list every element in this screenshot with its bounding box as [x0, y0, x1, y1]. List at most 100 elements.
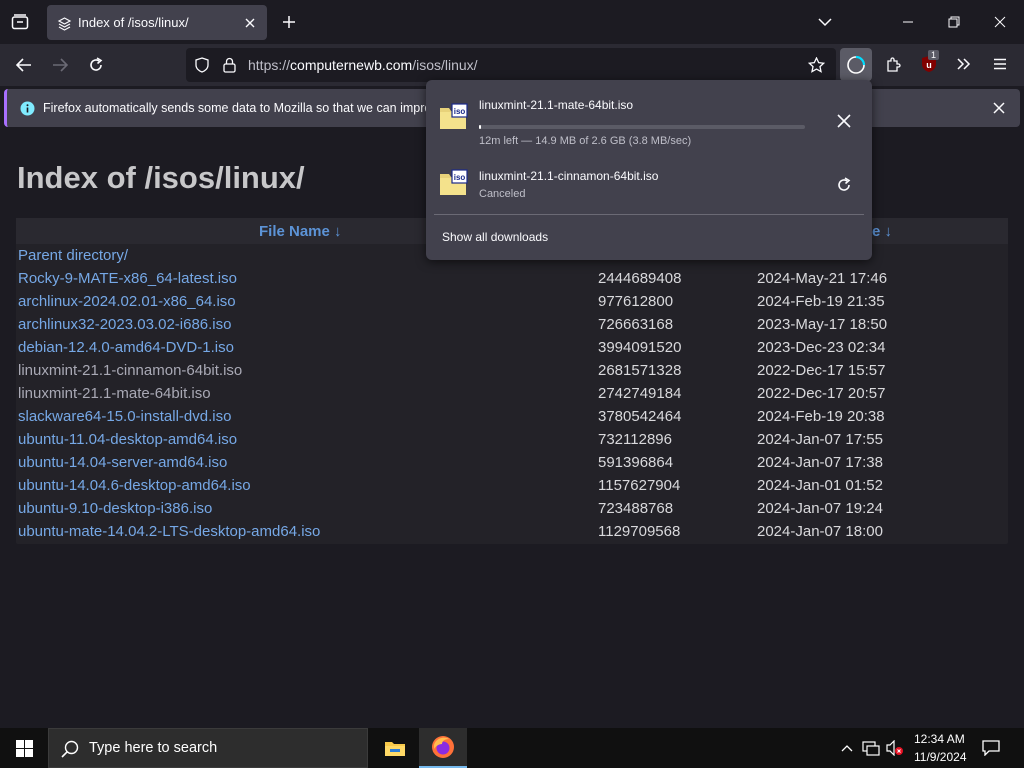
- tracking-protection-icon[interactable]: [193, 56, 211, 74]
- cancel-download-icon[interactable]: [834, 111, 854, 131]
- retry-download-icon[interactable]: [834, 175, 854, 195]
- file-size: 3780542464: [598, 408, 682, 425]
- file-link[interactable]: slackware64-15.0-install-dvd.iso: [18, 408, 231, 425]
- table-row: ubuntu-mate-14.04.2-LTS-desktop-amd64.is…: [16, 521, 1008, 544]
- clock-time[interactable]: 12:34 AM: [914, 732, 965, 746]
- svg-text:u: u: [926, 60, 932, 70]
- file-date: 2024-Jan-07 19:24: [757, 500, 883, 517]
- table-row: linuxmint-21.1-cinnamon-64bit.iso 2681571…: [16, 360, 1008, 383]
- file-size: 1157627904: [598, 477, 681, 494]
- file-date: 2024-Jan-07 17:55: [757, 431, 883, 448]
- ublock-icon[interactable]: u 1: [918, 50, 940, 75]
- url-text[interactable]: https://computernewb.com/isos/linux/: [248, 57, 478, 73]
- table-row: ubuntu-11.04-desktop-amd64.iso 732112896 2…: [16, 429, 1008, 452]
- iso-file-icon: iso: [438, 102, 468, 132]
- back-icon[interactable]: [13, 54, 35, 76]
- table-row: debian-12.4.0-amd64-DVD-1.iso 3994091520 2…: [16, 337, 1008, 360]
- tab-bar: Index of /isos/linux/: [0, 0, 1024, 44]
- restore-icon[interactable]: [944, 12, 964, 32]
- file-size: 1129709568: [598, 523, 681, 540]
- tab-active[interactable]: Index of /isos/linux/: [47, 5, 267, 40]
- file-size: 726663168: [598, 316, 674, 333]
- parent-directory-link[interactable]: Parent directory/: [18, 247, 128, 264]
- bookmark-star-icon[interactable]: [807, 56, 825, 74]
- svg-text:iso: iso: [454, 173, 466, 182]
- file-size: 3994091520: [598, 339, 682, 356]
- volume-muted-icon[interactable]: [885, 738, 905, 758]
- firefox-taskbar-icon[interactable]: [419, 728, 467, 768]
- file-link[interactable]: ubuntu-11.04-desktop-amd64.iso: [18, 431, 237, 448]
- search-icon: [60, 739, 80, 759]
- forward-icon[interactable]: [49, 54, 71, 76]
- download-filename: linuxmint-21.1-cinnamon-64bit.iso: [479, 169, 659, 183]
- file-link[interactable]: debian-12.4.0-amd64-DVD-1.iso: [18, 339, 234, 356]
- close-notification-icon[interactable]: [990, 99, 1008, 117]
- notification-text: Firefox automatically sends some data to…: [43, 101, 445, 115]
- table-row: linuxmint-21.1-mate-64bit.iso 2742749184 2…: [16, 383, 1008, 406]
- download-progress-fill: [479, 125, 481, 129]
- list-tabs-icon[interactable]: [815, 12, 835, 32]
- file-date: 2024-Jan-07 18:00: [757, 523, 883, 540]
- file-date: 2022-Dec-17 20:57: [757, 385, 886, 402]
- file-link[interactable]: archlinux32-2023.03.02-i686.iso: [18, 316, 231, 333]
- url-bar[interactable]: https://computernewb.com/isos/linux/: [186, 48, 836, 82]
- svg-text:iso: iso: [454, 107, 466, 116]
- downloads-button[interactable]: [840, 48, 872, 81]
- iso-file-icon: iso: [438, 168, 468, 198]
- file-link[interactable]: ubuntu-9.10-desktop-i386.iso: [18, 500, 212, 517]
- taskbar-search-box[interactable]: Type here to search: [48, 728, 368, 768]
- table-row: archlinux-2024.02.01-x86_64.iso 977612800…: [16, 291, 1008, 314]
- file-date: 2024-Feb-19 21:35: [757, 293, 885, 310]
- tab-overview-icon[interactable]: [8, 11, 32, 33]
- download-item[interactable]: iso linuxmint-21.1-cinnamon-64bit.iso Ca…: [426, 158, 872, 210]
- file-explorer-icon[interactable]: [371, 728, 419, 768]
- file-date: 2023-May-17 18:50: [757, 316, 888, 333]
- downloads-panel: iso linuxmint-21.1-mate-64bit.iso 12m le…: [426, 80, 872, 260]
- extensions-icon[interactable]: [883, 54, 903, 74]
- table-row: ubuntu-14.04.6-desktop-amd64.iso 11576279…: [16, 475, 1008, 498]
- table-row: Rocky-9-MATE-x86_64-latest.iso 2444689408…: [16, 268, 1008, 291]
- file-size: 591396864: [598, 454, 674, 471]
- file-size: 723488768: [598, 500, 674, 517]
- clock-date[interactable]: 11/9/2024: [914, 750, 967, 764]
- download-filename: linuxmint-21.1-mate-64bit.iso: [479, 98, 634, 112]
- table-row: ubuntu-9.10-desktop-i386.iso 723488768 202…: [16, 498, 1008, 521]
- minimize-icon[interactable]: [898, 12, 918, 32]
- windows-start-icon[interactable]: [0, 728, 48, 768]
- close-window-icon[interactable]: [990, 12, 1010, 32]
- taskbar: Type here to search 12:34 AM 11/9/2024: [0, 728, 1024, 768]
- new-tab-icon[interactable]: [279, 12, 299, 32]
- lock-icon[interactable]: [220, 56, 238, 74]
- close-tab-icon[interactable]: [241, 14, 259, 32]
- page-icon: [56, 15, 72, 31]
- search-placeholder: Type here to search: [89, 740, 218, 756]
- more-tools-icon[interactable]: [954, 54, 974, 74]
- show-hidden-icons-icon[interactable]: [838, 738, 856, 758]
- file-link[interactable]: linuxmint-21.1-cinnamon-64bit.iso: [18, 362, 242, 379]
- file-link[interactable]: ubuntu-14.04.6-desktop-amd64.iso: [18, 477, 251, 494]
- column-header-name[interactable]: File Name ↓: [259, 223, 342, 240]
- file-link[interactable]: Rocky-9-MATE-x86_64-latest.iso: [18, 270, 237, 287]
- table-row: ubuntu-14.04-server-amd64.iso 591396864 20…: [16, 452, 1008, 475]
- file-link[interactable]: ubuntu-mate-14.04.2-LTS-desktop-amd64.is…: [18, 523, 320, 540]
- file-size: 2681571328: [598, 362, 682, 379]
- file-link[interactable]: ubuntu-14.04-server-amd64.iso: [18, 454, 227, 471]
- notifications-icon[interactable]: [980, 738, 1002, 758]
- table-row: archlinux32-2023.03.02-i686.iso 726663168…: [16, 314, 1008, 337]
- download-progress-bar: [479, 125, 805, 129]
- extension-badge: 1: [928, 50, 940, 60]
- download-status: Canceled: [479, 188, 526, 200]
- file-date: 2023-Dec-23 02:34: [757, 339, 886, 356]
- download-status: 12m left — 14.9 MB of 2.6 GB (3.8 MB/sec…: [479, 135, 692, 147]
- show-all-downloads-link[interactable]: Show all downloads: [442, 230, 548, 244]
- app-menu-icon[interactable]: [990, 54, 1010, 74]
- network-icon[interactable]: [861, 738, 881, 758]
- file-link[interactable]: archlinux-2024.02.01-x86_64.iso: [18, 293, 236, 310]
- download-item[interactable]: iso linuxmint-21.1-mate-64bit.iso 12m le…: [426, 88, 872, 148]
- page-title: Index of /isos/linux/: [17, 160, 305, 195]
- reload-icon[interactable]: [85, 54, 107, 76]
- table-row: slackware64-15.0-install-dvd.iso 37805424…: [16, 406, 1008, 429]
- divider: [434, 214, 864, 215]
- file-date: 2024-Jan-01 01:52: [757, 477, 883, 494]
- file-link[interactable]: linuxmint-21.1-mate-64bit.iso: [18, 385, 211, 402]
